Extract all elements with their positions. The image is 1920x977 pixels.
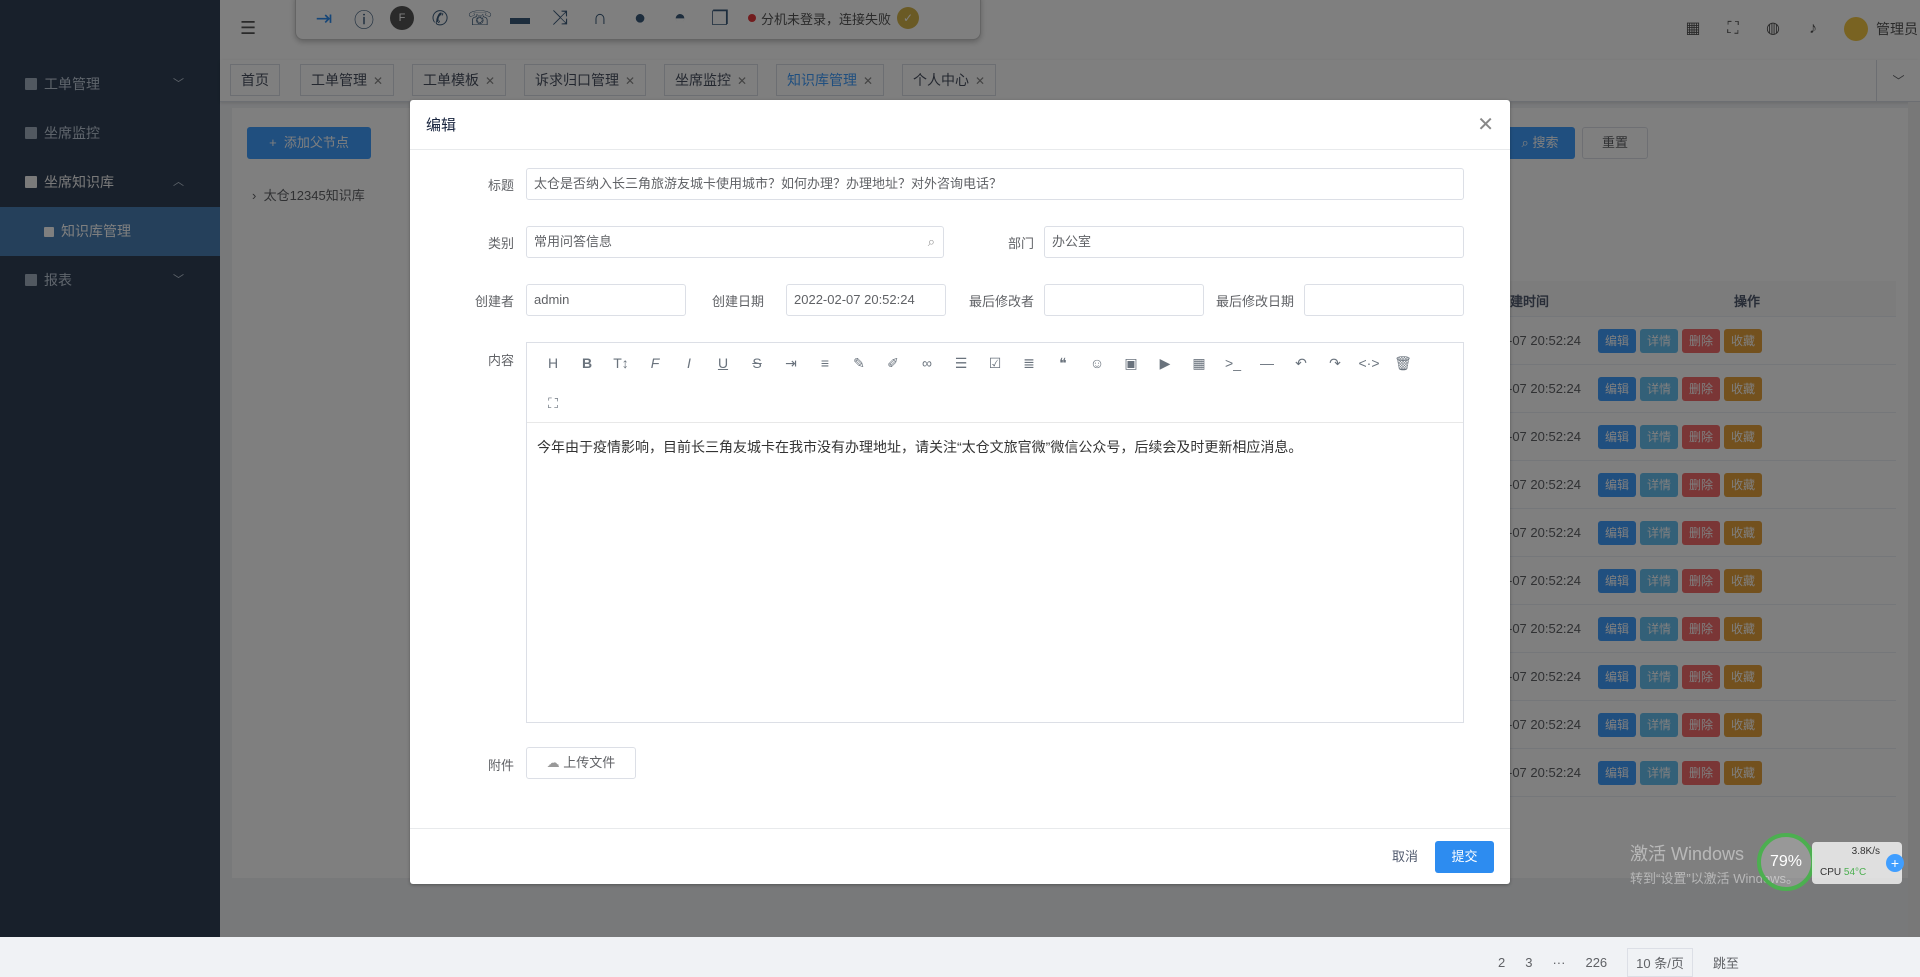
creator-label: 创建者 [474, 294, 514, 309]
cpu-label: CPU [1820, 867, 1842, 878]
cpu-temp: 54°C [1843, 867, 1867, 878]
page-size-select[interactable]: 10 条/页 [1627, 948, 1693, 977]
video-icon[interactable]: ▶ [1151, 351, 1179, 375]
page-last[interactable]: 226 [1585, 955, 1607, 970]
trash-icon[interactable]: 🗑 [1389, 351, 1417, 375]
page-2[interactable]: 2 [1498, 955, 1505, 970]
category-value: 常用问答信息 [534, 234, 613, 249]
list-icon[interactable]: ☰ [947, 351, 975, 375]
rich-text-editor: H B T↕ F I U S ⇥ ≡ ✎ ✐ ∞ ☰ ☑ ≣ ❝ ☺ ▣ ▶ ▦… [526, 342, 1464, 723]
page-ellipsis[interactable]: ··· [1552, 955, 1565, 970]
indent-icon[interactable]: ⇥ [777, 351, 805, 375]
last-modified-date-label: 最后修改日期 [1215, 294, 1294, 309]
department-label: 部门 [1007, 236, 1034, 251]
undo-icon[interactable]: ↶ [1287, 351, 1315, 375]
code-icon[interactable]: >_ [1219, 351, 1247, 375]
dialog-footer: 取消 提交 [410, 828, 1510, 884]
plus-icon[interactable]: + [1886, 854, 1904, 872]
heading-icon[interactable]: H [539, 351, 567, 375]
title-input[interactable]: 太仓是否纳入长三角旅游友城卡使用城市？如何办理？办理地址？对外咨询电话？ [526, 168, 1464, 200]
underline-icon[interactable]: U [709, 351, 737, 375]
button-label: 上传文件 [563, 755, 616, 770]
editor-toolbar: H B T↕ F I U S ⇥ ≡ ✎ ✐ ∞ ☰ ☑ ≣ ❝ ☺ ▣ ▶ ▦… [527, 343, 1463, 423]
strikethrough-icon[interactable]: S [743, 351, 771, 375]
align-icon[interactable]: ≣ [1015, 351, 1043, 375]
background-color-icon[interactable]: ✐ [879, 351, 907, 375]
font-size-icon[interactable]: T↕ [607, 351, 635, 375]
created-date-label: 创建日期 [711, 294, 764, 309]
performance-ball[interactable]: 79% [1757, 833, 1815, 891]
table-icon[interactable]: ▦ [1185, 351, 1213, 375]
quote-icon[interactable]: ❝ [1049, 351, 1077, 375]
italic-icon[interactable]: I [675, 351, 703, 375]
windows-activation-watermark: 激活 Windows [1630, 844, 1745, 864]
font-family-icon[interactable]: F [641, 351, 669, 375]
cloud-upload-icon: ☁ [546, 755, 564, 770]
last-modifier-input[interactable] [1044, 284, 1204, 316]
page-3[interactable]: 3 [1525, 955, 1532, 970]
created-date-input[interactable]: 2022-02-07 20:52:24 [786, 284, 946, 316]
edit-dialog: 编辑 ✕ 标题 太仓是否纳入长三角旅游友城卡使用城市？如何办理？办理地址？对外咨… [410, 100, 1510, 884]
dialog-header: 编辑 ✕ [410, 100, 1510, 150]
editor-content[interactable]: 今年由于疫情影响，目前长三角友城卡在我市没有办理地址，请关注“太仓文旅官微”微信… [527, 423, 1463, 471]
attachment-label: 附件 [487, 758, 514, 773]
fullscreen-icon[interactable]: ⛶ [539, 391, 567, 415]
search-icon[interactable]: ⌕ [928, 227, 935, 257]
image-icon[interactable]: ▣ [1117, 351, 1145, 375]
submit-button[interactable]: 提交 [1435, 841, 1494, 873]
department-input[interactable]: 办公室 [1044, 226, 1464, 258]
title-label: 标题 [487, 178, 514, 193]
emoji-icon[interactable]: ☺ [1083, 351, 1111, 375]
category-select[interactable]: 常用问答信息 ⌕ [526, 226, 944, 258]
bold-icon[interactable]: B [573, 351, 601, 375]
performance-panel[interactable]: 3.8K/s CPU 54°C + [1812, 842, 1904, 884]
divider-icon[interactable]: — [1253, 351, 1281, 375]
dialog-title: 编辑 [426, 117, 457, 134]
last-modified-date-input[interactable] [1304, 284, 1464, 316]
cpu-readout: CPU 54°C [1820, 867, 1866, 878]
cancel-button[interactable]: 取消 [1392, 841, 1418, 873]
pagination: 2 3 ··· 226 10 条/页 跳至 [1498, 948, 1759, 977]
close-icon[interactable]: ✕ [1477, 112, 1494, 137]
link-icon[interactable]: ∞ [913, 351, 941, 375]
net-speed: 3.8K/s [1851, 846, 1880, 857]
upload-file-button[interactable]: ☁ 上传文件 [526, 747, 636, 779]
font-color-icon[interactable]: ✎ [845, 351, 873, 375]
redo-icon[interactable]: ↷ [1321, 351, 1349, 375]
last-modifier-label: 最后修改者 [968, 294, 1034, 309]
creator-input[interactable]: admin [526, 284, 686, 316]
category-label: 类别 [487, 236, 514, 251]
content-label: 内容 [487, 353, 514, 368]
page-jump-label: 跳至 [1712, 956, 1739, 971]
line-height-icon[interactable]: ≡ [811, 351, 839, 375]
html-source-icon[interactable]: <·> [1355, 351, 1383, 375]
checkbox-icon[interactable]: ☑ [981, 351, 1009, 375]
